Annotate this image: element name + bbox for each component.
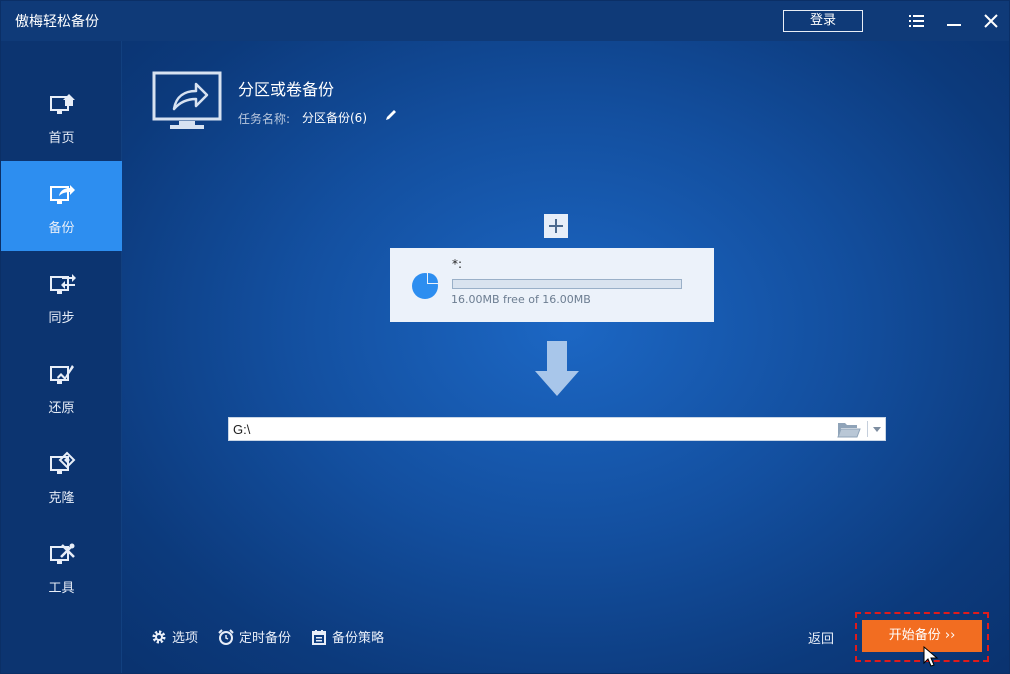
clone-icon xyxy=(48,451,76,479)
minimize-icon[interactable] xyxy=(943,10,965,32)
divider xyxy=(867,421,868,437)
sidebar-item-sync[interactable]: 同步 xyxy=(1,251,122,341)
sidebar-item-label: 同步 xyxy=(48,311,75,326)
backup-icon xyxy=(48,181,76,209)
folder-open-icon[interactable] xyxy=(837,420,861,438)
sidebar-item-label: 工具 xyxy=(48,581,75,596)
destination-path-combobox[interactable] xyxy=(228,417,886,441)
schedule-button[interactable]: 定时备份 xyxy=(218,627,291,647)
tools-icon xyxy=(48,541,76,569)
source-partition-name: *: xyxy=(452,257,463,271)
sidebar: 首页 备份 同步 还原 克隆 工具 xyxy=(1,41,122,673)
options-button[interactable]: 选项 xyxy=(151,627,198,647)
restore-icon xyxy=(48,361,76,389)
start-backup-highlight: 开始备份 ›› xyxy=(855,612,989,662)
backup-scheme-button[interactable]: 备份策略 xyxy=(311,627,384,647)
sidebar-item-home[interactable]: 首页 xyxy=(1,71,122,161)
sidebar-item-restore[interactable]: 还原 xyxy=(1,341,122,431)
home-icon xyxy=(48,91,76,119)
add-source-button[interactable] xyxy=(544,214,568,238)
source-partition-card[interactable]: *: 16.00MB free of 16.00MB xyxy=(390,248,714,322)
task-name-label: 任务名称: xyxy=(238,112,291,126)
app-title: 傲梅轻松备份 xyxy=(15,14,99,30)
source-size-text: 16.00MB free of 16.00MB xyxy=(451,293,591,306)
sidebar-item-label: 克隆 xyxy=(48,491,75,506)
sidebar-item-label: 还原 xyxy=(48,401,75,416)
mouse-pointer-icon xyxy=(923,646,939,668)
menu-icon[interactable] xyxy=(905,10,927,32)
arrow-down-icon xyxy=(533,341,581,397)
page-title: 分区或卷备份 xyxy=(238,80,335,99)
pencil-icon[interactable] xyxy=(384,108,398,122)
task-name-value: 分区备份(6) xyxy=(302,111,367,125)
sidebar-item-backup[interactable]: 备份 xyxy=(1,161,122,251)
backup-scheme-label: 备份策略 xyxy=(332,631,385,646)
sidebar-item-label: 首页 xyxy=(48,131,75,146)
schedule-label: 定时备份 xyxy=(239,631,292,646)
calendar-icon xyxy=(311,629,327,645)
pie-chart-icon xyxy=(410,269,442,301)
back-button[interactable]: 返回 xyxy=(808,628,834,647)
chevron-down-icon[interactable] xyxy=(869,420,885,438)
app-window: 傲梅轻松备份 登录 首页 备份 同步 还原 克隆 工具 分区或卷备份 任务名称:… xyxy=(0,0,1010,674)
sidebar-item-clone[interactable]: 克隆 xyxy=(1,431,122,521)
options-label: 选项 xyxy=(172,631,199,646)
sidebar-item-label: 备份 xyxy=(48,221,75,236)
usage-bar xyxy=(452,279,682,289)
main-panel: 分区或卷备份 任务名称: 分区备份(6) *: 16.00MB free of … xyxy=(122,41,1009,673)
close-icon[interactable] xyxy=(980,10,1002,32)
gear-icon xyxy=(151,629,167,645)
partition-backup-icon xyxy=(152,71,222,131)
login-button[interactable]: 登录 xyxy=(783,10,863,32)
title-bar: 傲梅轻松备份 登录 xyxy=(1,1,1009,41)
start-backup-button[interactable]: 开始备份 ›› xyxy=(862,620,982,652)
sidebar-item-tools[interactable]: 工具 xyxy=(1,521,122,611)
alarm-clock-icon xyxy=(218,629,234,645)
sync-icon xyxy=(48,271,76,299)
destination-path-input[interactable] xyxy=(233,420,823,438)
